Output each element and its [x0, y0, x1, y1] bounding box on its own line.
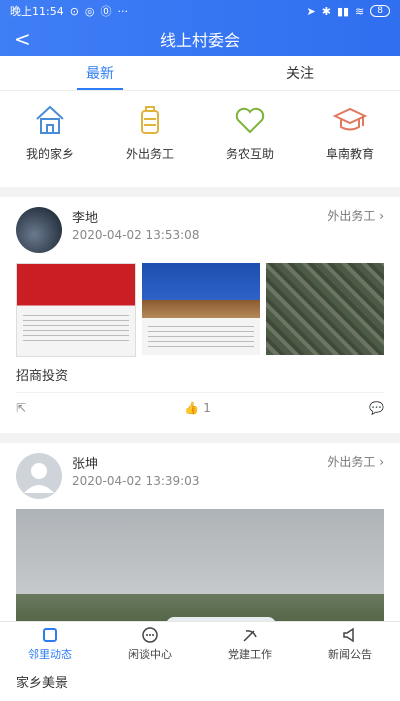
post-time: 2020-04-02 13:39:03 — [72, 474, 200, 488]
post-title[interactable]: 家乡美景 — [16, 672, 384, 691]
category-label: 我的家乡 — [25, 147, 74, 161]
page-title: 线上村委会 — [159, 31, 240, 50]
chat-icon — [142, 627, 158, 643]
nav-party[interactable]: 党建工作 — [200, 622, 300, 666]
post-tag-label: 外出务工 — [327, 209, 376, 223]
post-image[interactable] — [16, 263, 136, 357]
wifi-icon: ≋ — [355, 4, 365, 18]
signal-icon: ▮▮ — [336, 4, 350, 18]
notification-icon: ⓪ — [100, 5, 112, 18]
nav-label: 闲谈中心 — [128, 648, 172, 661]
feed-post[interactable]: 李地 2020-04-02 13:53:08 外出务工 › 招商投资 ⇱ 👍 1… — [0, 197, 400, 433]
back-button[interactable]: < — [14, 27, 31, 51]
chevron-right-icon: › — [379, 455, 384, 469]
nav-label: 党建工作 — [228, 648, 272, 661]
status-bar: 晚上11:54 ⊙ ◎ ⓪ ··· ➤ ✱ ▮▮ ≋ 8 — [0, 0, 400, 22]
nav-chat[interactable]: 闲谈中心 — [100, 622, 200, 666]
post-category-tag[interactable]: 外出务工 › — [327, 453, 384, 470]
tab-following[interactable]: 关注 — [200, 56, 400, 90]
tab-latest[interactable]: 最新 — [0, 56, 200, 90]
emblem-icon — [243, 630, 257, 642]
home-icon — [36, 105, 64, 134]
more-dots-icon: ··· — [117, 4, 129, 18]
category-migrant-work[interactable]: 外出务工 — [100, 101, 200, 187]
category-row: 我的家乡 外出务工 务农互助 阜南教育 — [0, 91, 400, 187]
divider — [0, 187, 400, 197]
weibo-icon: ◎ — [84, 4, 95, 18]
nav-neighborhood[interactable]: 邻里动态 — [0, 622, 100, 666]
avatar[interactable] — [16, 207, 62, 253]
post-title[interactable]: 招商投资 — [16, 365, 384, 384]
battery-level: 8 — [377, 6, 383, 16]
luggage-icon — [141, 106, 159, 134]
post-image[interactable] — [142, 263, 260, 355]
app-header: < 线上村委会 — [0, 22, 400, 56]
bluetooth-icon: ✱ — [321, 4, 331, 18]
default-avatar-icon — [24, 463, 54, 493]
alarm-icon: ⊙ — [69, 4, 79, 18]
category-hometown[interactable]: 我的家乡 — [0, 101, 100, 187]
post-category-tag[interactable]: 外出务工 › — [327, 207, 384, 224]
chevron-right-icon: › — [379, 209, 384, 223]
megaphone-icon — [343, 627, 354, 643]
nav-news[interactable]: 新闻公告 — [300, 622, 400, 666]
status-time: 晚上11:54 — [10, 5, 64, 18]
feed-tabs: 最新 关注 — [0, 56, 400, 91]
like-button[interactable]: 👍 1 — [184, 401, 211, 415]
category-label: 外出务工 — [125, 147, 174, 161]
post-author[interactable]: 张坤 — [72, 453, 327, 472]
nav-label: 新闻公告 — [328, 648, 372, 661]
nav-label: 邻里动态 — [28, 648, 72, 661]
post-image[interactable] — [266, 263, 384, 355]
bottom-nav: 邻里动态 闲谈中心 党建工作 新闻公告 — [0, 621, 400, 666]
comment-icon[interactable]: 💬 — [369, 401, 384, 415]
category-label: 务农互助 — [225, 147, 274, 161]
heart-icon — [235, 107, 265, 134]
category-label: 阜南教育 — [325, 147, 374, 161]
post-tag-label: 外出务工 — [327, 455, 376, 469]
like-count: 1 — [203, 401, 211, 415]
post-time: 2020-04-02 13:53:08 — [72, 228, 200, 242]
share-icon[interactable]: ⇱ — [16, 401, 26, 415]
location-icon: ➤ — [306, 4, 316, 18]
thumbs-up-icon: 👍 — [184, 401, 200, 415]
post-author[interactable]: 李地 — [72, 207, 327, 226]
category-education[interactable]: 阜南教育 — [300, 101, 400, 187]
category-farm-help[interactable]: 务农互助 — [200, 101, 300, 187]
square-icon — [43, 628, 57, 642]
avatar[interactable] — [16, 453, 62, 499]
graduation-cap-icon — [332, 107, 368, 131]
battery-icon: 8 — [370, 5, 390, 17]
divider — [0, 433, 400, 443]
